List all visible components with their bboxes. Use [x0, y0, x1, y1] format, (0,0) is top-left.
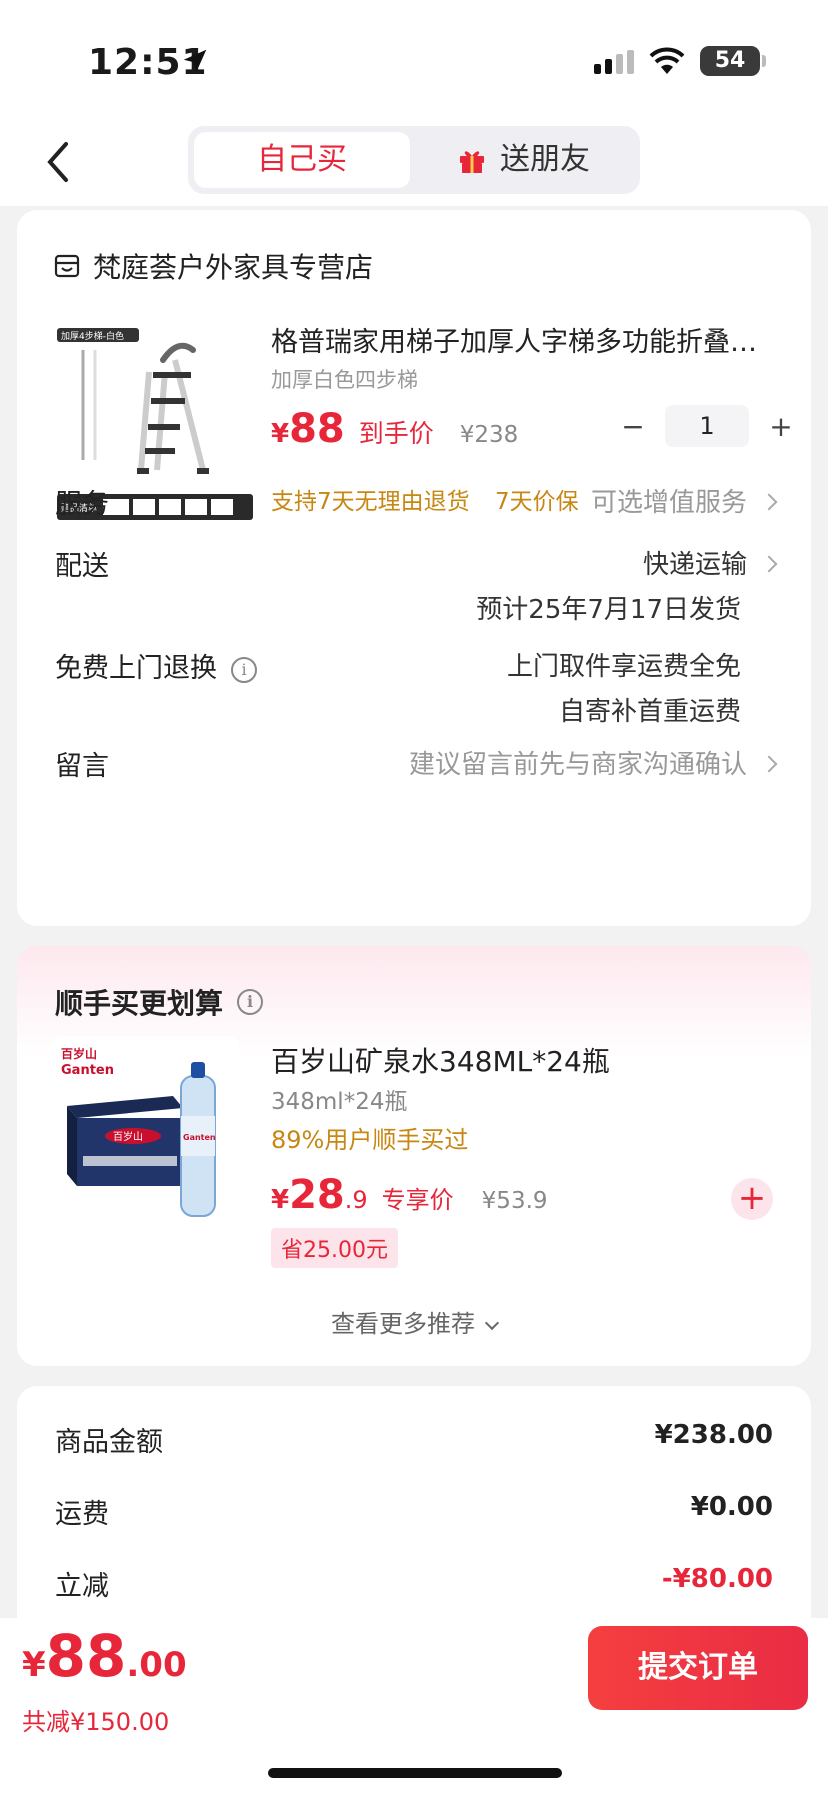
- free-return-label: 免费上门退换 i: [55, 646, 257, 685]
- wifi-icon: [649, 47, 685, 74]
- total-savings[interactable]: 共减¥150.00: [22, 1702, 169, 1737]
- bundle-price-int: 28: [289, 1172, 345, 1218]
- service-value: 可选增值服务: [590, 488, 747, 518]
- info-icon[interactable]: i: [231, 656, 257, 683]
- original-price: ¥238: [459, 422, 519, 448]
- guarantee-return: 支持7天无理由退货: [271, 489, 470, 515]
- image-brand-cn: 百岁山: [61, 1046, 97, 1061]
- more-recommendations-link[interactable]: 查看更多推荐: [17, 1304, 811, 1339]
- free-return-value: 上门取件享运费全免 自寄补首重运费: [507, 646, 775, 728]
- water-box-illustration: 百岁山 Ganten 百岁山 Ganten: [53, 1036, 239, 1222]
- discount-value: -¥80.00: [661, 1564, 773, 1594]
- product-price: 88: [289, 406, 345, 452]
- free-return-text: 免费上门退换: [55, 653, 217, 684]
- product-price-row: ¥ 88 到手价 ¥238: [271, 406, 518, 452]
- bundle-price-row: ¥ 28 .9 专享价 ¥53.9: [271, 1172, 548, 1218]
- bundle-recommend-card: 顺手买更划算 i 百岁山 Ganten 百岁山 Ganten 百岁山矿泉水348M…: [17, 946, 811, 1366]
- message-row[interactable]: 建议留言前先与商家沟通确认: [408, 744, 778, 781]
- chevron-down-icon: [484, 1315, 500, 1331]
- home-indicator[interactable]: [268, 1768, 562, 1778]
- discount-label: 立减: [55, 1571, 109, 1602]
- gift-icon: [460, 151, 484, 173]
- service-row[interactable]: 可选增值服务: [590, 482, 778, 519]
- image-bottle-brand: Ganten: [183, 1133, 216, 1142]
- message-placeholder: 建议留言前先与商家沟通确认: [408, 750, 747, 780]
- total-dec: .00: [126, 1645, 187, 1685]
- bundle-product-image[interactable]: 百岁山 Ganten 百岁山 Ganten: [53, 1036, 239, 1222]
- bundle-bought-rate: 89%用户顺手买过: [271, 1126, 469, 1154]
- store-name: 梵庭荟户外家具专营店: [93, 251, 374, 284]
- total-currency: ¥: [22, 1645, 46, 1685]
- store-header[interactable]: 梵庭荟户外家具专营店: [53, 246, 373, 286]
- delivery-label: 配送: [55, 551, 109, 582]
- product-spec[interactable]: 加厚白色四步梯: [271, 364, 418, 394]
- order-item-card: 梵庭荟户外家具专营店 加厚4步梯-白色 赠品清单 格普瑞家用梯子加厚人字梯多功能…: [17, 210, 811, 926]
- bundle-price-currency: ¥: [271, 1185, 290, 1215]
- guarantee-price-protect: 7天价保: [494, 489, 579, 515]
- shipping-value: ¥0.00: [690, 1492, 773, 1522]
- free-return-line2: 自寄补首重运费: [558, 697, 741, 727]
- more-recommendations-text: 查看更多推荐: [331, 1310, 475, 1338]
- submit-order-button[interactable]: 提交订单: [588, 1626, 808, 1710]
- message-label: 留言: [55, 751, 109, 782]
- bundle-section-text: 顺手买更划算: [55, 987, 224, 1020]
- quantity-stepper: − 1 +: [611, 405, 803, 447]
- bundle-price-dec: .9: [344, 1186, 368, 1214]
- status-bar: 12:51 54: [0, 0, 828, 120]
- info-icon[interactable]: i: [237, 989, 264, 1015]
- delivery-row[interactable]: 快递运输 预计25年7月17日发货: [476, 544, 778, 626]
- goods-amount-value: ¥238.00: [654, 1420, 773, 1450]
- buy-mode-segmented-control: 自己买 送朋友: [188, 126, 640, 194]
- total-price: ¥ 88 .00: [22, 1622, 187, 1690]
- price-currency: ¥: [271, 419, 290, 449]
- quantity-input[interactable]: 1: [665, 405, 749, 447]
- image-label-top: 加厚4步梯-白色: [61, 330, 124, 342]
- bundle-product-title[interactable]: 百岁山矿泉水348ML*24瓶: [271, 1040, 610, 1080]
- battery-tip: [762, 55, 766, 67]
- image-brand: Ganten: [61, 1063, 114, 1078]
- add-bundle-item-button[interactable]: +: [731, 1178, 773, 1220]
- bundle-price-label: 专享价: [381, 1186, 454, 1214]
- free-return-line1: 上门取件享运费全免: [506, 652, 741, 682]
- top-nav: 自己买 送朋友: [0, 120, 828, 206]
- tab-gift-label: 送朋友: [500, 142, 590, 177]
- tab-buy-self[interactable]: 自己买: [194, 132, 410, 188]
- guarantee-tags: 支持7天无理由退货 7天价保: [271, 482, 597, 516]
- image-box-brand: 百岁山: [113, 1130, 143, 1143]
- quantity-increase-button[interactable]: +: [759, 410, 803, 443]
- price-label: 到手价: [358, 419, 434, 448]
- chevron-right-icon: [760, 555, 778, 572]
- battery-indicator: 54: [700, 46, 760, 76]
- service-label: 服务: [55, 489, 109, 520]
- location-arrow-icon: [183, 49, 207, 73]
- bundle-product-spec: 348ml*24瓶: [271, 1089, 408, 1115]
- checkout-bar: ¥ 88 .00 共减¥150.00 提交订单: [0, 1618, 828, 1796]
- product-title[interactable]: 格普瑞家用梯子加厚人字梯多功能折叠…: [271, 320, 791, 359]
- delivery-eta: 预计25年7月17日发货: [476, 595, 741, 625]
- bundle-section-title: 顺手买更划算 i: [55, 982, 264, 1022]
- goods-amount-label: 商品金额: [55, 1427, 163, 1458]
- cellular-signal-icon: [594, 50, 634, 74]
- back-chevron-icon[interactable]: [40, 138, 76, 186]
- tab-gift-friend[interactable]: 送朋友: [458, 132, 590, 188]
- bundle-save-badge: 省25.00元: [271, 1228, 398, 1268]
- chevron-right-icon: [760, 493, 778, 510]
- chevron-right-icon: [760, 755, 778, 772]
- total-int: 88: [45, 1622, 127, 1690]
- delivery-value: 快递运输: [642, 550, 747, 580]
- store-icon: [54, 254, 80, 278]
- quantity-decrease-button[interactable]: −: [611, 410, 655, 443]
- bundle-original-price: ¥53.9: [481, 1188, 548, 1214]
- shipping-label: 运费: [55, 1499, 109, 1530]
